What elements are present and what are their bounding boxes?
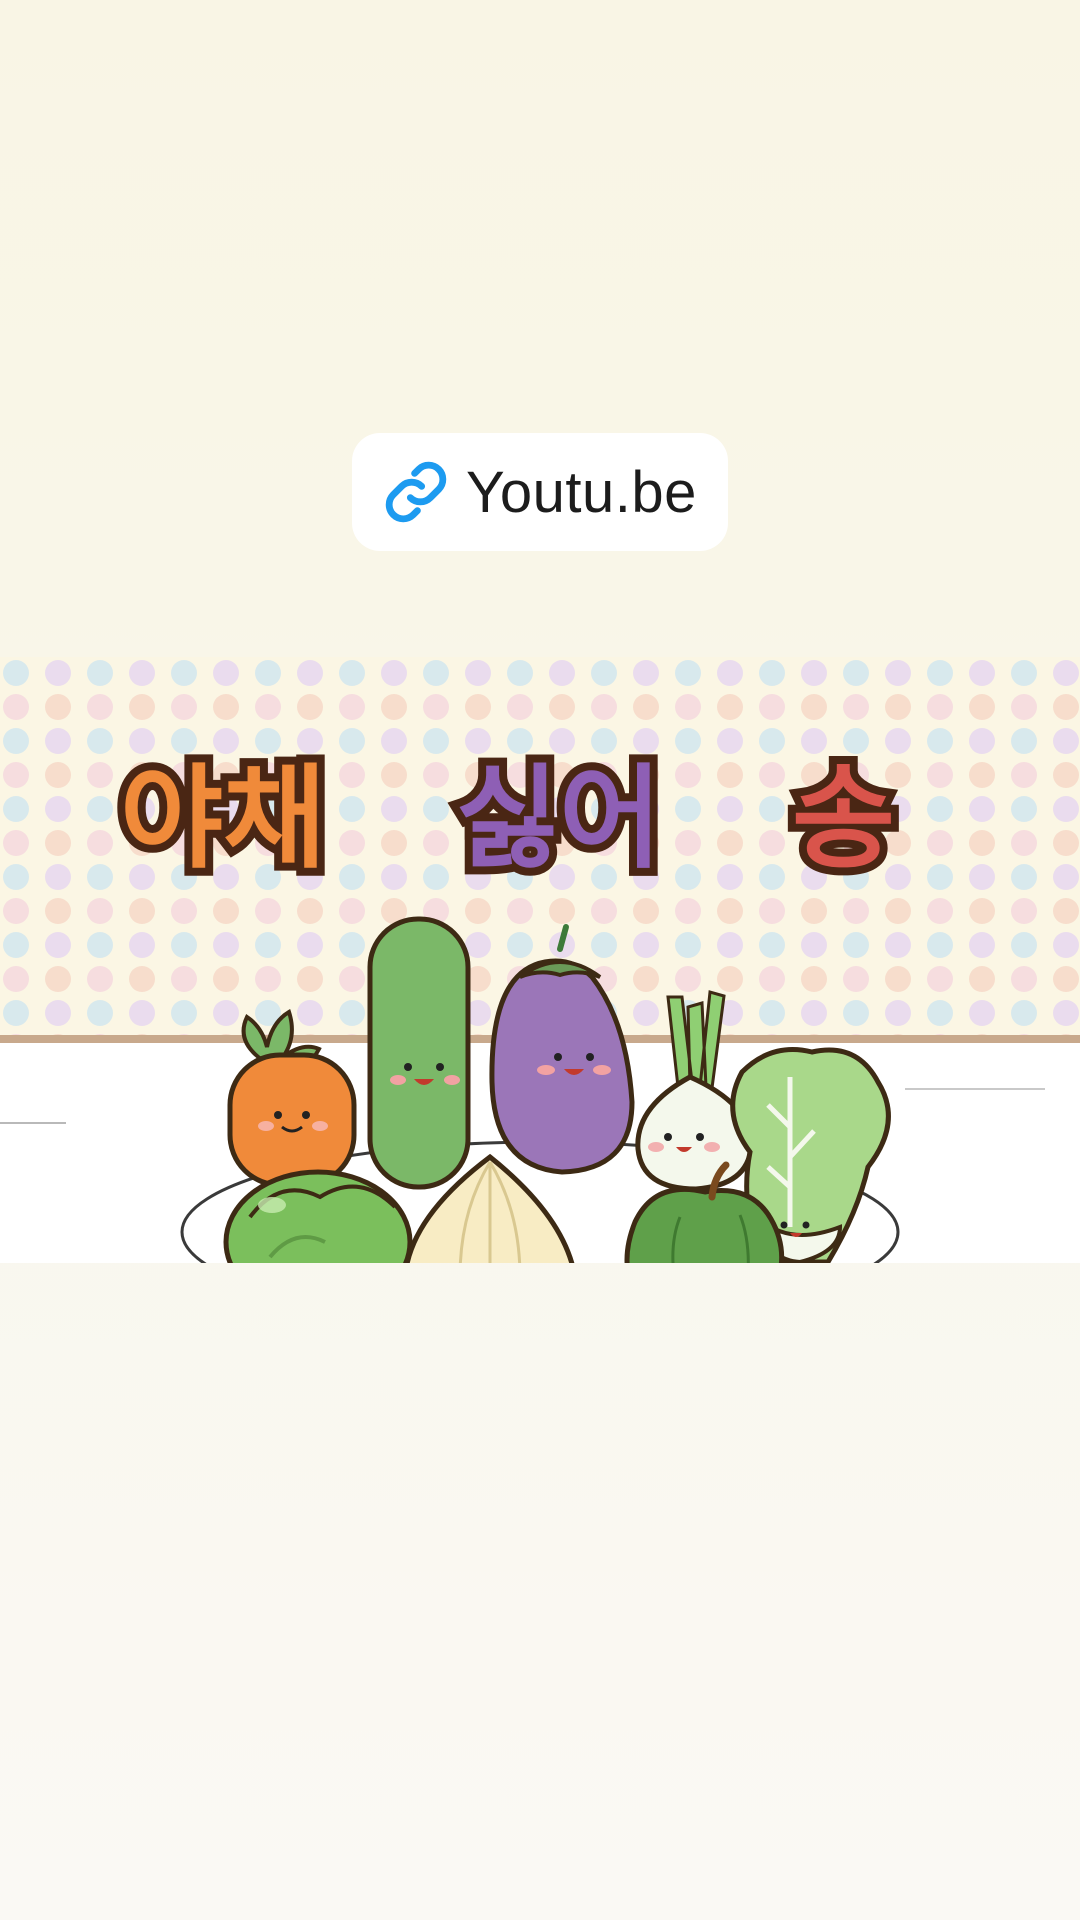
link-chip[interactable]: Youtu.be: [352, 433, 728, 551]
video-thumbnail[interactable]: 야채 싫어 송: [0, 657, 1080, 1263]
title-word-3: 송: [792, 754, 895, 884]
cucumber-character: [367, 916, 471, 1190]
title-word-2: 싫어: [456, 754, 662, 884]
thumbnail-art: 야채 싫어 송: [0, 657, 1080, 1263]
title-word-1: 야채: [120, 754, 326, 884]
link-icon: [385, 461, 447, 523]
link-label: Youtu.be: [466, 459, 697, 525]
